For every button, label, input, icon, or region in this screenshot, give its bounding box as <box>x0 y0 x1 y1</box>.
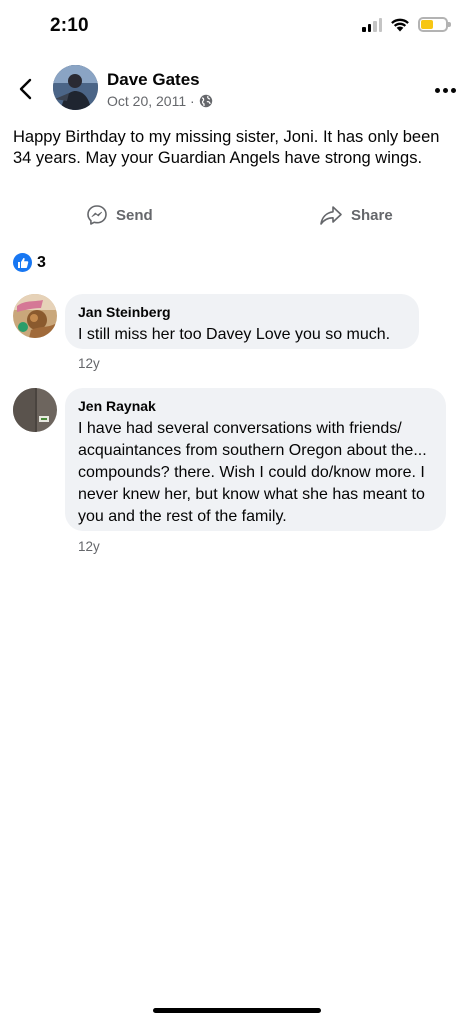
comment-time[interactable]: 12y <box>78 356 100 371</box>
status-bar: 2:10 <box>0 0 474 52</box>
back-button[interactable] <box>12 74 42 104</box>
reactions-summary[interactable]: 3 <box>13 253 46 272</box>
post-header: Dave Gates Oct 20, 2011 · <box>0 62 474 118</box>
status-time: 2:10 <box>50 15 89 36</box>
commenter-avatar[interactable] <box>13 294 57 338</box>
post-meta: Oct 20, 2011 · <box>107 93 213 109</box>
status-icons <box>362 17 451 32</box>
author-avatar[interactable] <box>53 65 98 110</box>
post-date[interactable]: Oct 20, 2011 · <box>107 93 195 109</box>
send-button[interactable]: Send <box>86 204 153 226</box>
commenter-avatar-image <box>13 388 57 432</box>
battery-icon <box>418 17 451 32</box>
cellular-signal-icon <box>362 17 382 32</box>
comment-text: I still miss her too Davey Love you so m… <box>78 326 391 343</box>
globe-icon <box>199 94 212 108</box>
send-label: Send <box>116 206 153 224</box>
author-name[interactable]: Dave Gates <box>107 70 200 90</box>
like-icon <box>13 253 32 272</box>
chevron-left-icon <box>19 78 32 100</box>
wifi-icon <box>391 18 409 32</box>
commenter-avatar-image <box>13 294 57 338</box>
messenger-icon <box>87 205 107 225</box>
share-label: Share <box>351 206 393 224</box>
more-options-button[interactable] <box>432 80 458 100</box>
comment-bubble[interactable]: Jan Steinberg I still miss her too Davey… <box>65 294 419 349</box>
comment-time[interactable]: 12y <box>78 539 100 554</box>
post-text: Happy Birthday to my missing sister, Jon… <box>13 128 440 167</box>
comment-text: I have had several conversations with fr… <box>78 420 427 525</box>
commenter-name[interactable]: Jen Raynak <box>78 397 433 415</box>
share-button[interactable]: Share <box>319 204 393 226</box>
commenter-name[interactable]: Jan Steinberg <box>78 303 406 321</box>
commenter-avatar[interactable] <box>13 388 57 432</box>
author-avatar-image <box>53 65 98 110</box>
home-indicator[interactable] <box>153 1008 321 1013</box>
comment-bubble[interactable]: Jen Raynak I have had several conversati… <box>65 388 446 531</box>
reaction-count: 3 <box>37 253 46 271</box>
share-arrow-icon <box>320 206 342 225</box>
action-bar: Send Share <box>0 204 474 236</box>
